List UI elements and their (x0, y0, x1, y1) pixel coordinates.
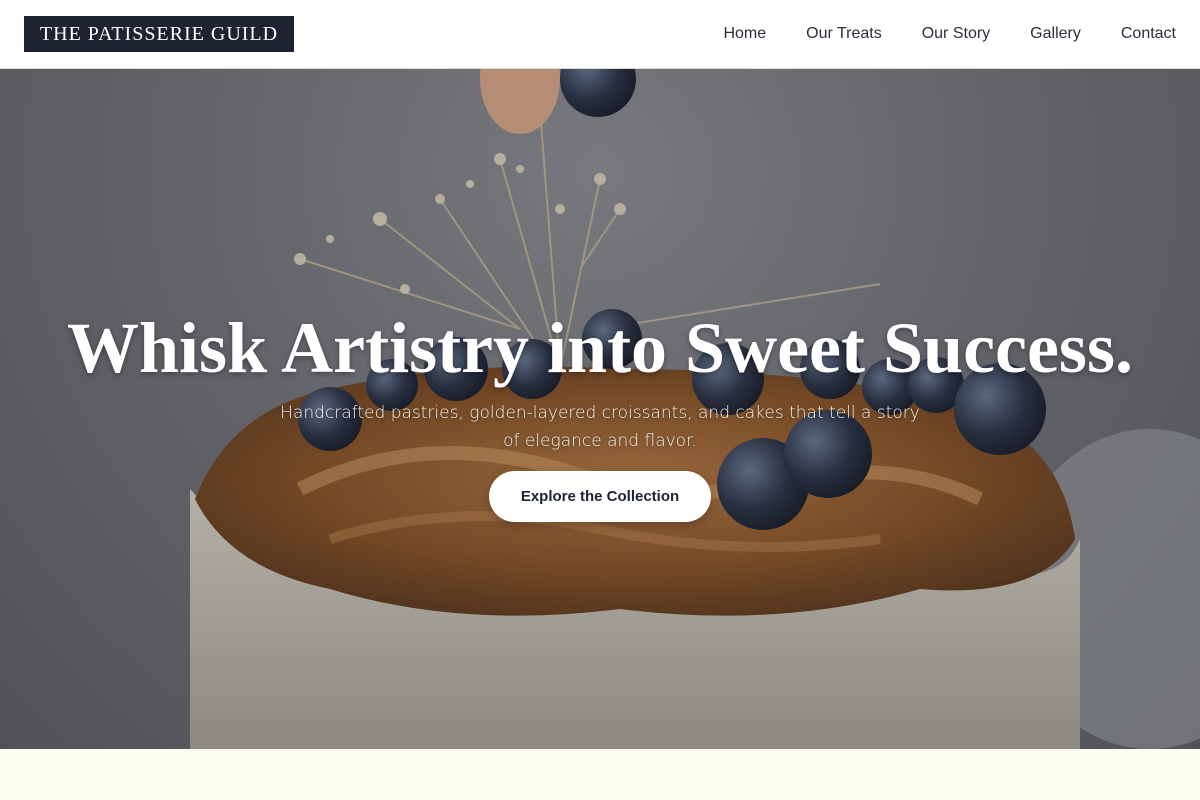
nav-link-our-treats[interactable]: Our Treats (806, 25, 882, 43)
hero-section: Whisk Artistry into Sweet Success. Handc… (0, 69, 1200, 749)
hero-title: Whisk Artistry into Sweet Success. (67, 308, 1133, 388)
nav-link-gallery[interactable]: Gallery (1030, 25, 1081, 43)
explore-collection-button[interactable]: Explore the Collection (489, 471, 711, 522)
next-section (0, 749, 1200, 800)
hero-subtitle: Handcrafted pastries, golden-layered cro… (280, 403, 920, 451)
nav-link-contact[interactable]: Contact (1121, 25, 1176, 43)
nav-link-home[interactable]: Home (723, 25, 766, 43)
site-logo[interactable]: THE PATISSERIE GUILD (24, 16, 294, 52)
main-nav: Home Our Treats Our Story Gallery Contac… (723, 0, 1176, 68)
nav-link-our-story[interactable]: Our Story (922, 25, 990, 43)
site-header: THE PATISSERIE GUILD Home Our Treats Our… (0, 0, 1200, 69)
